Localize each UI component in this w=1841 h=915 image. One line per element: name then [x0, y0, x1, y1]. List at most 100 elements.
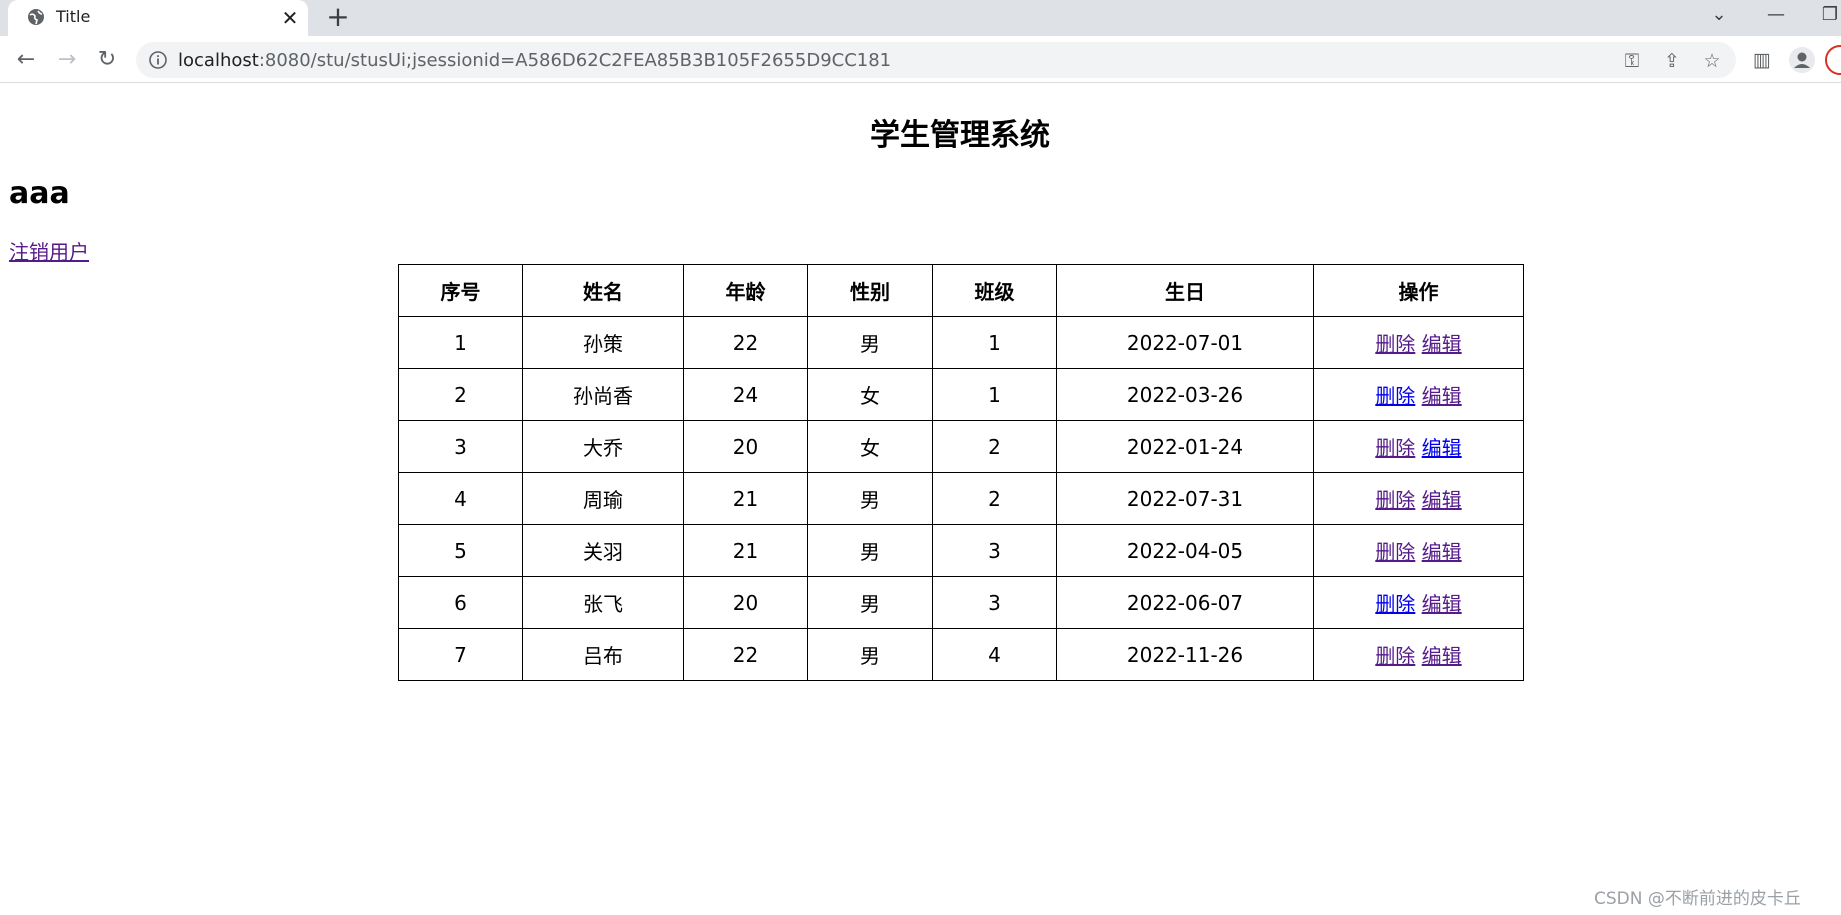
cell-gender: 男: [807, 316, 933, 369]
cell-age: 22: [683, 316, 808, 369]
cell-name: 周瑜: [522, 472, 684, 525]
cell-class: 4: [932, 628, 1057, 681]
cell-gender: 男: [807, 628, 933, 681]
cell-class: 3: [932, 576, 1057, 629]
cell-birthday: 2022-07-31: [1056, 472, 1314, 525]
cell-gender: 男: [807, 524, 933, 577]
cell-age: 20: [683, 420, 808, 473]
table-row: 1 孙策 22 男 1 2022-07-01 删除 编辑: [398, 316, 1524, 369]
delete-link[interactable]: 删除: [1375, 644, 1415, 668]
person-icon: [1794, 52, 1810, 68]
cell-id: 3: [398, 420, 523, 473]
cell-gender: 男: [807, 472, 933, 525]
cell-id: 1: [398, 316, 523, 369]
header-birthday: 生日: [1056, 264, 1314, 317]
cell-id: 7: [398, 628, 523, 681]
cell-birthday: 2022-07-01: [1056, 316, 1314, 369]
cell-class: 3: [932, 524, 1057, 577]
table-row: 2 孙尚香 24 女 1 2022-03-26 删除 编辑: [398, 368, 1524, 421]
key-icon[interactable]: ⚿: [1620, 49, 1644, 73]
edit-link[interactable]: 编辑: [1422, 436, 1462, 460]
page-title: 学生管理系统: [870, 118, 1050, 153]
cell-actions: 删除 编辑: [1313, 420, 1524, 473]
header-gender: 性别: [807, 264, 933, 317]
minimize-icon[interactable]: —: [1761, 2, 1791, 28]
cell-birthday: 2022-11-26: [1056, 628, 1314, 681]
cell-birthday: 2022-03-26: [1056, 368, 1314, 421]
browser-toolbar: ← → ↻ localhost:8080/stu/stusUi;jsession…: [0, 36, 1841, 83]
cell-actions: 删除 编辑: [1313, 368, 1524, 421]
cell-id: 6: [398, 576, 523, 629]
cell-id: 5: [398, 524, 523, 577]
cell-gender: 女: [807, 420, 933, 473]
cell-class: 1: [932, 316, 1057, 369]
cell-class: 2: [932, 420, 1057, 473]
forward-button[interactable]: →: [51, 44, 83, 76]
cell-class: 2: [932, 472, 1057, 525]
cell-name: 吕布: [522, 628, 684, 681]
cell-actions: 删除 编辑: [1313, 628, 1524, 681]
cell-id: 2: [398, 368, 523, 421]
header-actions: 操作: [1313, 264, 1524, 317]
cell-actions: 删除 编辑: [1313, 316, 1524, 369]
cell-age: 20: [683, 576, 808, 629]
edit-link[interactable]: 编辑: [1422, 384, 1462, 408]
profile-avatar-icon[interactable]: [1789, 47, 1815, 73]
globe-icon: [28, 9, 44, 25]
edit-link[interactable]: 编辑: [1422, 488, 1462, 512]
logout-link[interactable]: 注销用户: [9, 236, 89, 265]
reload-button[interactable]: ↻: [91, 44, 123, 76]
cell-actions: 删除 编辑: [1313, 472, 1524, 525]
info-icon[interactable]: [148, 50, 168, 70]
cell-name: 孙策: [522, 316, 684, 369]
cell-actions: 删除 编辑: [1313, 576, 1524, 629]
header-class: 班级: [932, 264, 1057, 317]
edit-link[interactable]: 编辑: [1422, 540, 1462, 564]
header-age: 年龄: [683, 264, 808, 317]
new-tab-button[interactable]: +: [323, 2, 353, 32]
delete-link[interactable]: 删除: [1375, 540, 1415, 564]
delete-link[interactable]: 删除: [1375, 592, 1415, 616]
cell-birthday: 2022-01-24: [1056, 420, 1314, 473]
delete-link[interactable]: 删除: [1375, 332, 1415, 356]
close-tab-icon[interactable]: ✕: [278, 6, 302, 30]
bookmark-star-icon[interactable]: ☆: [1700, 49, 1724, 73]
header-id: 序号: [398, 264, 523, 317]
delete-link[interactable]: 删除: [1375, 384, 1415, 408]
cell-age: 24: [683, 368, 808, 421]
cell-name: 关羽: [522, 524, 684, 577]
table-row: 7 吕布 22 男 4 2022-11-26 删除 编辑: [398, 628, 1524, 681]
edit-link[interactable]: 编辑: [1422, 332, 1462, 356]
browser-tab-strip: Title ✕ + ⌄ — ❐: [0, 0, 1841, 36]
side-panel-icon[interactable]: ▥: [1749, 47, 1775, 73]
delete-link[interactable]: 删除: [1375, 436, 1415, 460]
table-row: 6 张飞 20 男 3 2022-06-07 删除 编辑: [398, 576, 1524, 629]
username-heading: aaa: [9, 176, 70, 211]
share-icon[interactable]: ⇪: [1660, 49, 1684, 73]
edit-link[interactable]: 编辑: [1422, 644, 1462, 668]
extension-icon[interactable]: [1825, 45, 1841, 75]
address-bar[interactable]: localhost:8080/stu/stusUi;jsessionid=A58…: [136, 42, 1736, 78]
cell-class: 1: [932, 368, 1057, 421]
cell-birthday: 2022-06-07: [1056, 576, 1314, 629]
cell-birthday: 2022-04-05: [1056, 524, 1314, 577]
cell-name: 张飞: [522, 576, 684, 629]
table-header-row: 序号 姓名 年龄 性别 班级 生日 操作: [398, 264, 1524, 317]
url-host: localhost: [178, 50, 259, 71]
table-row: 4 周瑜 21 男 2 2022-07-31 删除 编辑: [398, 472, 1524, 525]
cell-age: 21: [683, 524, 808, 577]
cell-id: 4: [398, 472, 523, 525]
browser-tab[interactable]: Title ✕: [8, 0, 308, 36]
restore-icon[interactable]: ❐: [1815, 2, 1841, 28]
delete-link[interactable]: 删除: [1375, 488, 1415, 512]
cell-age: 21: [683, 472, 808, 525]
student-table: 序号 姓名 年龄 性别 班级 生日 操作 1 孙策 22 男 1 2022-07…: [398, 264, 1524, 681]
tab-list-icon[interactable]: ⌄: [1704, 2, 1734, 28]
cell-age: 22: [683, 628, 808, 681]
table-row: 5 关羽 21 男 3 2022-04-05 删除 编辑: [398, 524, 1524, 577]
back-button[interactable]: ←: [10, 44, 42, 76]
table-row: 3 大乔 20 女 2 2022-01-24 删除 编辑: [398, 420, 1524, 473]
edit-link[interactable]: 编辑: [1422, 592, 1462, 616]
header-name: 姓名: [522, 264, 684, 317]
url-text: localhost:8080/stu/stusUi;jsessionid=A58…: [178, 50, 891, 71]
